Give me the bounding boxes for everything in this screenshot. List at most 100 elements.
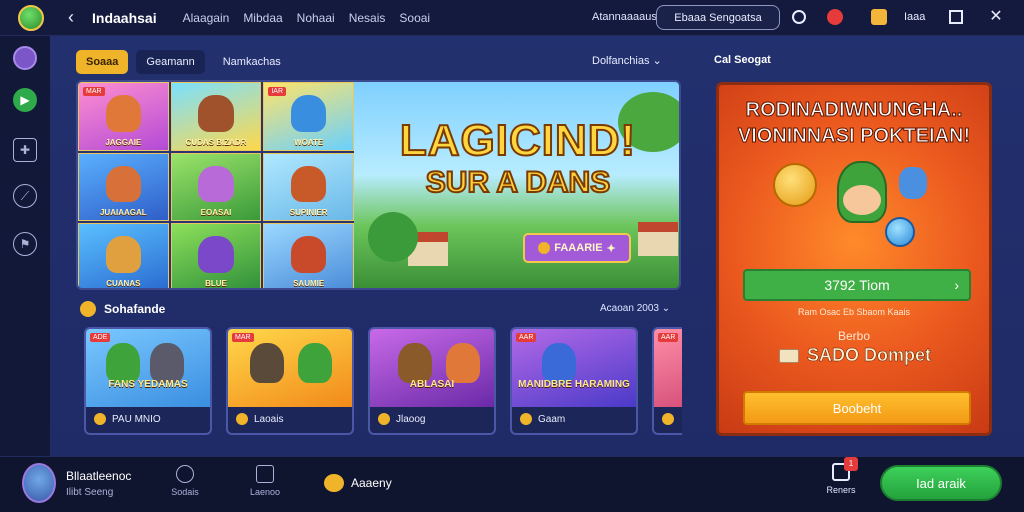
top-nav: Alaagain Mibdaa Nohaai Nesais Sooai — [183, 11, 431, 25]
inbox-icon: 1 — [832, 457, 858, 481]
tab-second[interactable]: Geamann — [136, 50, 205, 74]
game-card[interactable]: ABLASAI Jlaoog — [368, 327, 496, 435]
top-nav-item[interactable]: Alaagain — [183, 11, 230, 25]
play-button[interactable]: Iad araik — [880, 465, 1002, 501]
thumbnail-title: CUANAS — [106, 278, 141, 288]
search-icon[interactable] — [792, 10, 806, 24]
game-thumbnail-grid: MAR JAGGAIE CUDAS BIZADR IAR WOATE JUAIA… — [78, 82, 354, 288]
bottom-nav-label: Laenoo — [249, 487, 281, 497]
promo-label: Berbo — [837, 329, 871, 343]
game-thumbnail[interactable]: EOASAI — [170, 152, 262, 222]
top-nav-item[interactable]: Mibdaa — [243, 11, 282, 25]
game-thumbnail[interactable]: SUPINIER — [263, 152, 354, 222]
character-illustration — [290, 236, 327, 273]
thumbnail-title: JUAIAAGAL — [99, 208, 147, 218]
user-name: Bllaatleenoc — [66, 469, 132, 483]
card-footer-label: Jlaoog — [396, 413, 426, 425]
thumbnail-title: CUDAS BIZADR — [185, 137, 247, 147]
inbox-label: Reners — [826, 485, 856, 495]
inbox-count-badge: 1 — [844, 457, 858, 471]
house-illustration — [638, 222, 678, 256]
gem-icon — [885, 217, 915, 247]
top-right-label[interactable]: Iaaa — [904, 11, 925, 23]
bottom-nav-item[interactable]: Sodais — [160, 465, 210, 497]
profile-avatar-icon[interactable] — [13, 46, 37, 70]
section-title: Sohafande — [104, 302, 166, 316]
card-footer — [654, 405, 682, 433]
thumbnail-title: SAUMIE — [293, 278, 325, 288]
promo-small-text: Ram Osac Eb Sbaom Kaais — [797, 307, 911, 317]
promo-big-text: SADO Dompet — [807, 345, 932, 366]
promo-panel: RODINADIWNUNGHA.. VIONINNASI POKTEIAN! 3… — [716, 82, 992, 436]
thumbnail-title: JAGGAIE — [105, 137, 142, 147]
card-footer: PAU MNIO — [86, 405, 210, 433]
sparkle-icon: ✦ — [606, 242, 616, 255]
chevron-right-icon: › — [954, 277, 959, 293]
app-logo-icon[interactable] — [18, 4, 44, 31]
top-nav-item[interactable]: Nesais — [349, 11, 386, 25]
promo-title: RODINADIWNUNGHA.. — [745, 99, 963, 122]
top-nav-item[interactable]: Nohaai — [297, 11, 335, 25]
user-status: Ilibt Seeng — [66, 487, 114, 498]
chevron-down-icon: ⌄ — [652, 55, 662, 67]
back-arrow-icon[interactable]: ‹ — [68, 7, 74, 28]
game-card[interactable]: AAR — [652, 327, 682, 435]
tree-illustration — [368, 212, 418, 262]
promo-secondary-button[interactable]: Boobeht — [743, 391, 971, 425]
notification-icon[interactable] — [827, 9, 843, 25]
flag-icon[interactable]: ⚑ — [13, 232, 37, 256]
bottom-nav-item[interactable]: Laenoo — [240, 465, 290, 497]
thumbnail-title: BLUE — [205, 278, 227, 288]
game-thumbnail[interactable]: JUAIAAGAL — [78, 152, 169, 222]
game-thumbnail[interactable]: CUANAS — [78, 223, 169, 288]
coin-icon — [94, 413, 106, 425]
character-illustration — [198, 236, 234, 273]
game-thumbnail[interactable]: SAUMIE — [263, 223, 354, 288]
target-icon — [176, 465, 194, 483]
section-coin-icon — [80, 301, 96, 317]
user-avatar[interactable] — [22, 463, 56, 503]
game-thumbnail[interactable]: IAR WOATE — [263, 82, 354, 151]
character-illustration — [290, 94, 327, 132]
section-more-dropdown[interactable]: Acaoan 2003 ⌄ — [600, 303, 670, 314]
gift-icon[interactable] — [871, 9, 887, 25]
tab-active[interactable]: Soaaa — [76, 50, 129, 74]
game-card[interactable]: MAR Laoais — [226, 327, 354, 435]
card-footer: Gaam — [512, 405, 636, 433]
maximize-icon[interactable] — [949, 10, 963, 24]
game-card[interactable]: AAR MANIDBRE HARAMING Gaam — [510, 327, 638, 435]
game-thumbnail[interactable]: MAR JAGGAIE — [78, 82, 169, 151]
character-illustration — [250, 343, 284, 383]
wallet-label[interactable]: Aaaeny — [351, 476, 392, 490]
top-nav-item[interactable]: Sooai — [399, 11, 430, 25]
hero-cta-button[interactable]: FAAARIE ✦ — [523, 233, 631, 263]
character-illustration — [290, 165, 327, 203]
hero-banner[interactable]: MAR JAGGAIE CUDAS BIZADR IAR WOATE JUAIA… — [76, 80, 681, 290]
play-icon[interactable]: ▶ — [13, 88, 37, 112]
account-label[interactable]: Atannaaaaus — [592, 11, 657, 23]
section-more-label: Acaoan 2003 — [600, 303, 659, 314]
card-badge: ADE — [90, 333, 111, 342]
sort-dropdown[interactable]: Dolfanchias ⌄ — [592, 54, 662, 67]
character-illustration — [198, 94, 234, 132]
game-thumbnail[interactable]: CUDAS BIZADR — [170, 82, 262, 151]
left-rail: ▶ ✚ ⟋ ⚑ — [0, 36, 50, 456]
game-card[interactable]: ADE FANS YEDAMAS PAU MNIO — [84, 327, 212, 435]
trophy-icon — [256, 465, 274, 483]
character-illustration — [105, 94, 142, 132]
thumbnail-title: EOASAI — [200, 208, 232, 218]
coin-icon — [520, 413, 532, 425]
character-illustration — [446, 343, 480, 383]
character-illustration — [198, 165, 234, 203]
coin-icon — [773, 163, 817, 207]
search-box[interactable]: Ebaaa Sengoatsa — [656, 5, 780, 30]
compass-icon[interactable]: ⟋ — [13, 184, 37, 208]
character-illustration — [398, 343, 432, 383]
game-thumbnail[interactable]: BLUE — [170, 223, 262, 288]
puzzle-icon[interactable]: ✚ — [13, 138, 37, 162]
promo-primary-button[interactable]: 3792 Tiom › — [743, 269, 971, 301]
inbox-button[interactable]: 1 Reners — [822, 457, 860, 495]
close-icon[interactable]: ✕ — [987, 7, 1005, 25]
character-illustration — [542, 343, 576, 383]
tab-third[interactable]: Namkachas — [213, 50, 291, 74]
